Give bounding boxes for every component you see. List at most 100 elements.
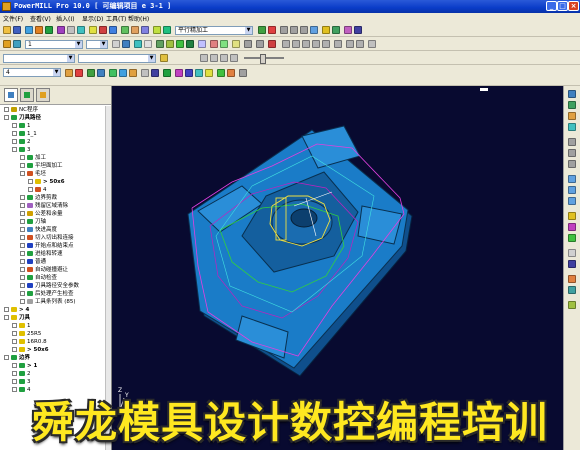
- view-z-icon[interactable]: [568, 160, 576, 168]
- tree-item[interactable]: 25R5: [12, 330, 41, 338]
- view-front-icon[interactable]: [290, 26, 298, 34]
- color-pink-icon[interactable]: [175, 69, 183, 77]
- sim-next-icon[interactable]: [230, 54, 238, 62]
- color-yellow-icon[interactable]: [205, 69, 213, 77]
- feature-icon[interactable]: [109, 26, 117, 34]
- tool-type-combo[interactable]: ▼: [86, 40, 108, 49]
- view-top-icon[interactable]: [300, 26, 308, 34]
- minimize-button[interactable]: _: [546, 1, 557, 11]
- strategy-combo[interactable]: 平行精加工 ▼: [175, 26, 253, 35]
- wireframe-icon[interactable]: [332, 26, 340, 34]
- tree-item[interactable]: 边界: [4, 354, 30, 362]
- sim-speed-icon[interactable]: [346, 40, 354, 48]
- sim-start-icon[interactable]: [282, 40, 290, 48]
- simulation-target-combo[interactable]: ▼: [78, 54, 156, 63]
- surface-deselect-icon[interactable]: [119, 69, 127, 77]
- draft-shade-icon[interactable]: [568, 223, 576, 231]
- menu-display[interactable]: 显示(D): [82, 14, 103, 23]
- tree-item[interactable]: 1: [12, 122, 31, 130]
- expand-icon[interactable]: [20, 259, 25, 264]
- tree-item[interactable]: > 50x6: [28, 178, 65, 186]
- surface-info-icon[interactable]: [129, 69, 137, 77]
- tree-item[interactable]: 工具条列表 (85): [20, 298, 76, 306]
- tree-item[interactable]: 2: [12, 138, 31, 146]
- tree-item[interactable]: 4: [28, 186, 47, 194]
- color-cyan-icon[interactable]: [195, 69, 203, 77]
- level-icon[interactable]: [131, 26, 139, 34]
- color-green-icon[interactable]: [217, 69, 225, 77]
- tree-item[interactable]: > 1: [12, 362, 37, 370]
- wireframe-view-icon[interactable]: [568, 249, 576, 257]
- view-iso4-icon[interactable]: [568, 123, 576, 131]
- level-delete-icon[interactable]: [75, 69, 83, 77]
- close-button[interactable]: ×: [568, 1, 579, 11]
- boundary-icon[interactable]: [89, 26, 97, 34]
- tree-item[interactable]: 平坦面加工: [20, 162, 63, 170]
- expand-icon[interactable]: [20, 163, 25, 168]
- leadin-icon[interactable]: [57, 26, 65, 34]
- simulation-combo[interactable]: ▼: [3, 54, 75, 63]
- menu-view[interactable]: 查看(V): [30, 14, 51, 23]
- tool-export-icon[interactable]: [186, 40, 194, 48]
- block-icon[interactable]: [25, 26, 33, 34]
- expand-icon[interactable]: [12, 339, 17, 344]
- zoom-in-icon[interactable]: [568, 175, 576, 183]
- tool-list-icon[interactable]: [256, 40, 264, 48]
- level-hide-icon[interactable]: [97, 69, 105, 77]
- tool-icon[interactable]: [3, 40, 11, 48]
- expand-icon[interactable]: [28, 187, 33, 192]
- plunge-icon[interactable]: [568, 286, 576, 294]
- expand-icon[interactable]: [4, 307, 9, 312]
- expand-icon[interactable]: [20, 299, 25, 304]
- tree-item[interactable]: 刀具路径安全参数: [20, 282, 79, 290]
- tool-db-icon[interactable]: [156, 40, 164, 48]
- expand-icon[interactable]: [12, 323, 17, 328]
- strategy-icon[interactable]: [153, 26, 161, 34]
- tree-item[interactable]: NC程序: [4, 106, 38, 114]
- sim-first-icon[interactable]: [200, 54, 208, 62]
- level-show-icon[interactable]: [87, 69, 95, 77]
- expand-icon[interactable]: [20, 243, 25, 248]
- expand-icon[interactable]: [12, 363, 17, 368]
- block-view-icon[interactable]: [568, 260, 576, 268]
- expand-icon[interactable]: [12, 387, 17, 392]
- expand-icon[interactable]: [20, 251, 25, 256]
- view-iso2-icon[interactable]: [568, 101, 576, 109]
- feed-icon[interactable]: [45, 26, 53, 34]
- expand-icon[interactable]: [4, 315, 9, 320]
- shade-icon[interactable]: [322, 26, 330, 34]
- expand-icon[interactable]: [4, 355, 9, 360]
- tab-explorer[interactable]: [4, 88, 18, 102]
- tree-item[interactable]: 16R0.8: [12, 338, 47, 346]
- menu-help[interactable]: 帮助(H): [128, 14, 149, 23]
- tree-item[interactable]: 普通: [20, 258, 46, 266]
- tree-item[interactable]: 自动检查: [20, 274, 57, 282]
- tree-item[interactable]: 后处理产生检查: [20, 290, 74, 298]
- menu-tools[interactable]: 工具(T): [106, 14, 126, 23]
- tool-edit-icon[interactable]: [112, 40, 120, 48]
- tree-item[interactable]: > 50x6: [12, 346, 49, 354]
- level-combo[interactable]: 4 ▼: [3, 68, 61, 77]
- view-iso1-icon[interactable]: [568, 90, 576, 98]
- toolaxis-icon[interactable]: [77, 26, 85, 34]
- expand-icon[interactable]: [20, 219, 25, 224]
- expand-icon[interactable]: [20, 267, 25, 272]
- maximize-button[interactable]: □: [557, 1, 568, 11]
- expand-icon[interactable]: [20, 291, 25, 296]
- sim-tool-icon[interactable]: [160, 54, 168, 62]
- sim-clear-icon[interactable]: [356, 40, 364, 48]
- tree-item[interactable]: 残留区域清除: [20, 202, 68, 210]
- expand-icon[interactable]: [20, 227, 25, 232]
- sim-options-icon[interactable]: [368, 40, 376, 48]
- tool-delete-icon[interactable]: [268, 40, 276, 48]
- expand-icon[interactable]: [12, 139, 17, 144]
- save-icon[interactable]: [13, 26, 21, 34]
- expand-icon[interactable]: [12, 147, 17, 152]
- shaded-icon[interactable]: [568, 212, 576, 220]
- workplane-icon[interactable]: [121, 26, 129, 34]
- expand-icon[interactable]: [12, 123, 17, 128]
- expand-icon[interactable]: [28, 179, 33, 184]
- tree-item[interactable]: 3: [12, 146, 31, 154]
- model-icon[interactable]: [141, 26, 149, 34]
- expand-icon[interactable]: [12, 331, 17, 336]
